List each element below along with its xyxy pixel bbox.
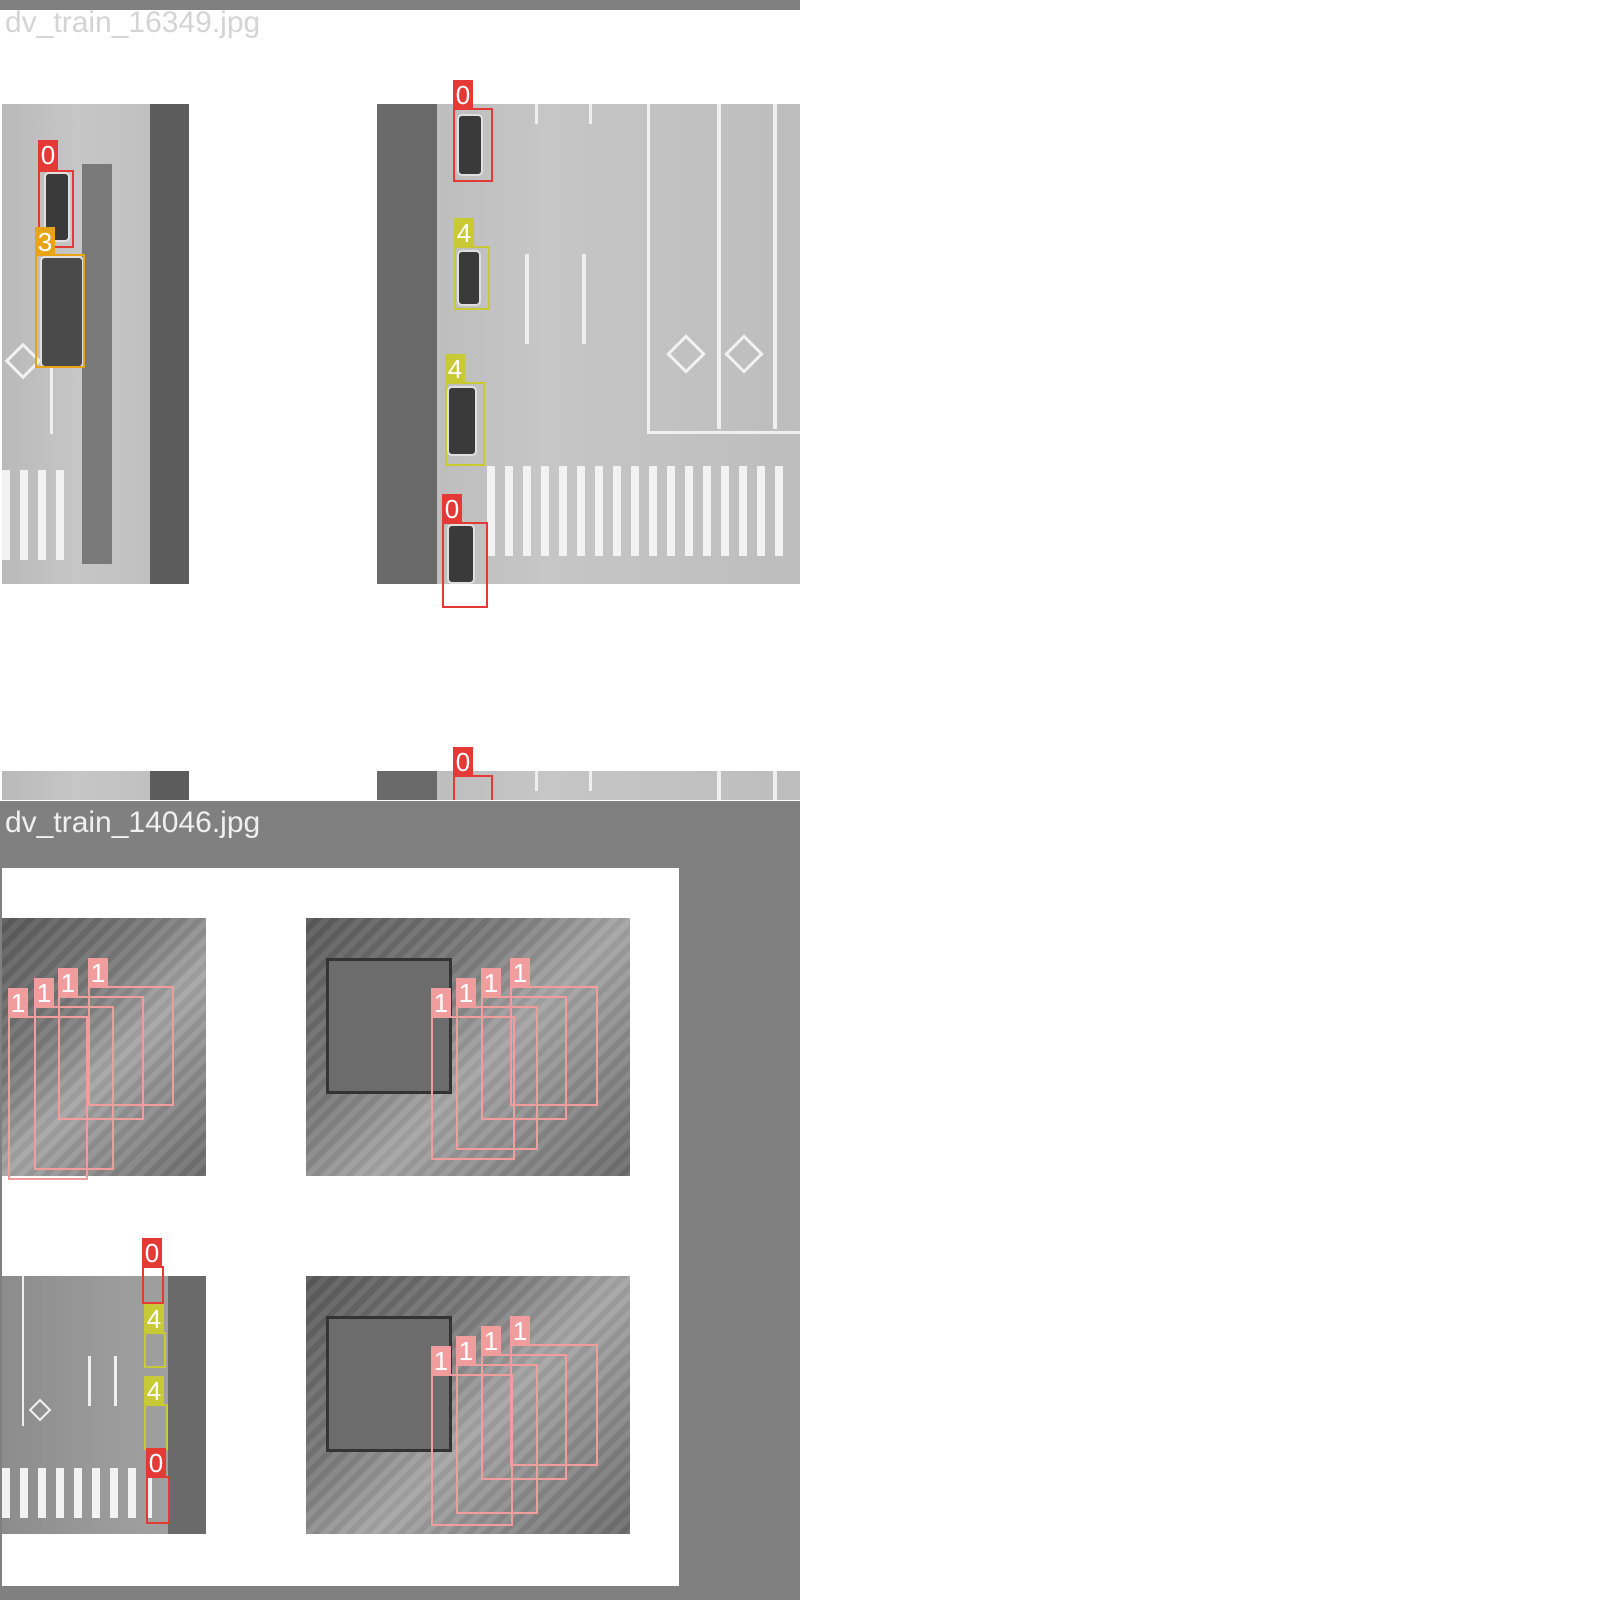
lane-line xyxy=(717,104,721,429)
bbox-label-0: 0 xyxy=(38,140,58,170)
lane-line xyxy=(582,254,586,344)
bbox-label-1: 1 xyxy=(58,968,78,998)
panel-top: dv_train_16349.jpg 0 3 0 4 4 0 0 xyxy=(0,0,800,800)
aerial-tile-strip xyxy=(2,771,189,800)
bbox-label-4: 4 xyxy=(144,1304,164,1334)
lane-line xyxy=(535,104,538,124)
panel-title-bottom: dv_train_14046.jpg xyxy=(5,806,261,839)
bbox-class-0 xyxy=(146,1476,170,1524)
panel-title-top: dv_train_16349.jpg xyxy=(5,6,261,39)
bbox-class-0 xyxy=(453,108,493,182)
bbox-label-1: 1 xyxy=(431,988,451,1018)
lane-line xyxy=(717,771,721,800)
zebra-crossing xyxy=(2,470,72,560)
bbox-class-1 xyxy=(510,986,598,1106)
bbox-label-1: 1 xyxy=(88,958,108,988)
lane-line xyxy=(22,1276,24,1426)
bbox-label-3: 3 xyxy=(35,227,55,257)
bbox-class-3 xyxy=(35,254,85,368)
bbox-label-1: 1 xyxy=(481,968,501,998)
sidewalk xyxy=(150,104,189,584)
sidewalk xyxy=(150,771,189,800)
bbox-label-4: 4 xyxy=(445,354,465,384)
panel-bottom: dv_train_14046.jpg 1 1 1 1 1 1 1 1 0 4 4… xyxy=(0,801,800,1600)
lane-line xyxy=(88,1356,91,1406)
bbox-class-1 xyxy=(88,986,174,1106)
lane-line xyxy=(773,771,777,800)
sidewalk xyxy=(168,1276,206,1534)
bbox-label-1: 1 xyxy=(34,978,54,1008)
lane-line xyxy=(589,771,592,791)
bbox-class-4 xyxy=(454,246,490,310)
bbox-class-1 xyxy=(510,1344,598,1466)
aerial-tile-strip xyxy=(377,771,800,800)
bbox-label-0: 0 xyxy=(146,1448,166,1478)
bbox-label-0: 0 xyxy=(442,494,462,524)
bbox-class-4 xyxy=(445,382,485,466)
sidewalk xyxy=(377,104,437,584)
lane-line xyxy=(114,1356,117,1406)
lane-box xyxy=(647,104,800,434)
bbox-label-4: 4 xyxy=(144,1376,164,1406)
sidewalk xyxy=(377,771,437,800)
bbox-label-1: 1 xyxy=(456,1336,476,1366)
bbox-label-1: 1 xyxy=(510,1316,530,1346)
bbox-label-1: 1 xyxy=(8,988,28,1018)
mosaic-canvas: 1 1 1 1 1 1 1 1 0 4 4 0 1 1 1 1 xyxy=(2,868,679,1586)
aerial-tile xyxy=(2,104,189,584)
bbox-label-1: 1 xyxy=(510,958,530,988)
lane-line xyxy=(773,104,777,429)
bbox-label-0: 0 xyxy=(453,747,473,777)
bbox-class-4 xyxy=(144,1332,166,1368)
diamond-marking xyxy=(28,1398,52,1422)
zebra-crossing xyxy=(2,1468,152,1518)
bbox-label-0: 0 xyxy=(142,1238,162,1268)
aerial-tile xyxy=(2,1276,206,1534)
bbox-class-0 xyxy=(453,775,493,800)
lane-line xyxy=(589,104,592,124)
zebra-crossing xyxy=(487,466,787,556)
lane-line xyxy=(525,254,529,344)
bbox-class-4 xyxy=(144,1404,168,1450)
bbox-label-1: 1 xyxy=(481,1326,501,1356)
bbox-class-0 xyxy=(442,522,488,608)
bbox-label-1: 1 xyxy=(456,978,476,1008)
median-strip xyxy=(82,164,112,564)
lane-line xyxy=(535,771,538,791)
bbox-label-0: 0 xyxy=(453,80,473,110)
bbox-label-4: 4 xyxy=(454,218,474,248)
bbox-label-1: 1 xyxy=(431,1346,451,1376)
bbox-class-0 xyxy=(142,1266,164,1304)
aerial-tile xyxy=(377,104,800,584)
